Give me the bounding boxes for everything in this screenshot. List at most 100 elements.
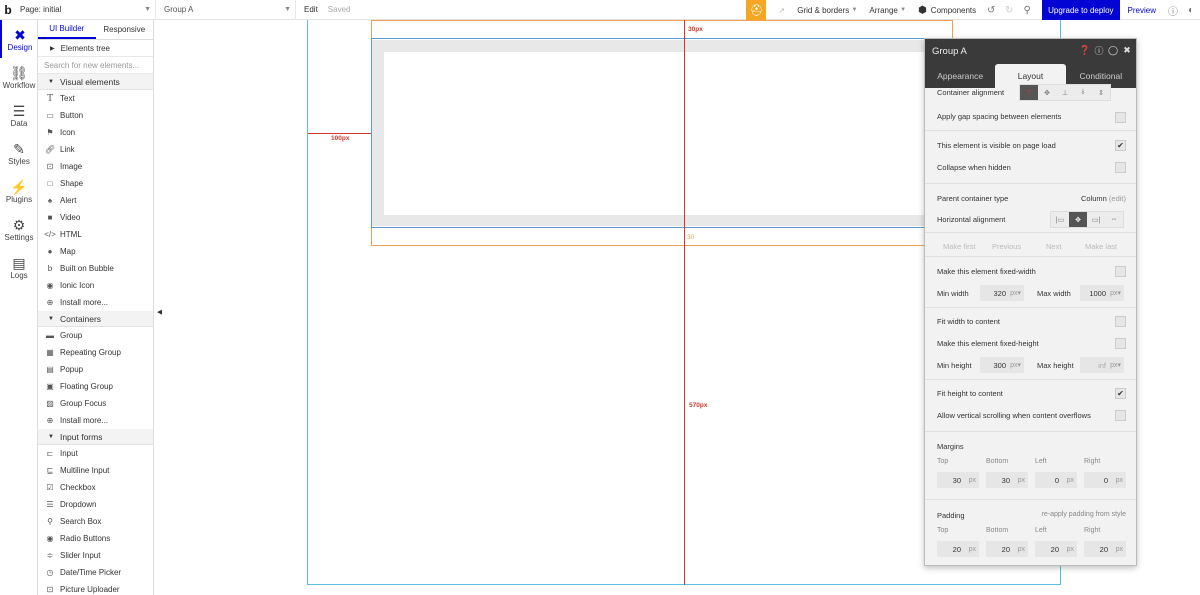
unit-dropdown[interactable]: px▾: [1110, 289, 1121, 297]
palette-item-install-more[interactable]: ⊕ Install more...: [38, 412, 153, 429]
palette-item-ionic-icon[interactable]: ◉ Ionic Icon: [38, 277, 153, 294]
search-icon[interactable]: ⚲: [1018, 0, 1036, 20]
bubble-logo[interactable]: b: [0, 0, 16, 20]
parent-type-edit-link[interactable]: (edit): [1109, 194, 1126, 203]
previous-button[interactable]: Previous: [992, 242, 1021, 251]
palette-item-alert[interactable]: ♠ Alert: [38, 192, 153, 209]
unit-dropdown[interactable]: px▾: [1010, 361, 1021, 369]
palette-item-floating-group[interactable]: ▣ Floating Group: [38, 378, 153, 395]
palette-item-html[interactable]: </> HTML: [38, 226, 153, 243]
group-a-content[interactable]: [384, 52, 953, 215]
collapse-hidden-checkbox[interactable]: [1115, 162, 1126, 173]
element-search-input[interactable]: Search for new elements...: [38, 57, 153, 74]
nav-design[interactable]: ✖ Design: [0, 20, 38, 58]
element-selector[interactable]: Group A ▼: [156, 0, 296, 20]
margin-right-input[interactable]: 0 px: [1084, 472, 1126, 488]
nav-settings[interactable]: ⚙ Settings: [0, 210, 38, 248]
align-bottom-icon[interactable]: ⊥: [1056, 85, 1074, 100]
palette-item-input[interactable]: ⊏ Input: [38, 445, 153, 462]
account-icon[interactable]: ◐: [1182, 0, 1200, 20]
unit-dropdown[interactable]: px▾: [1110, 361, 1121, 369]
pointer-icon[interactable]: ➚: [772, 0, 791, 20]
parent-type-value[interactable]: Column (edit): [1081, 194, 1126, 203]
help-icon[interactable]: ❓: [1079, 45, 1090, 55]
palette-item-radio-buttons[interactable]: ◉ Radio Buttons: [38, 530, 153, 547]
palette-item-group[interactable]: ▬ Group: [38, 327, 153, 344]
tab-appearance[interactable]: Appearance: [925, 64, 995, 88]
unit-dropdown[interactable]: px▾: [1010, 289, 1021, 297]
align-right-icon[interactable]: ▭|: [1087, 212, 1105, 227]
palette-item-datetime-picker[interactable]: ◷ Date/Time Picker: [38, 564, 153, 581]
palette-item-built-on-bubble[interactable]: b Built on Bubble: [38, 260, 153, 277]
fixed-width-checkbox[interactable]: [1115, 266, 1126, 277]
palette-item-popup[interactable]: ▤ Popup: [38, 361, 153, 378]
palette-item-icon[interactable]: ⚑ Icon: [38, 124, 153, 141]
tab-responsive[interactable]: Responsive: [96, 20, 154, 39]
edit-menu[interactable]: Edit: [304, 5, 318, 14]
margin-left-input[interactable]: 0 px: [1035, 472, 1077, 488]
palette-item-button[interactable]: ▭ Button: [38, 107, 153, 124]
palette-item-text[interactable]: T Text: [38, 90, 153, 107]
align-top-icon[interactable]: ⊤: [1020, 85, 1038, 100]
palette-item-checkbox[interactable]: ☑ Checkbox: [38, 479, 153, 496]
padding-top-input[interactable]: 20 px: [937, 541, 979, 557]
reapply-padding-link[interactable]: re-apply padding from style: [1042, 511, 1126, 518]
comment-icon[interactable]: ◯: [1108, 45, 1118, 55]
arrange-button[interactable]: Arrange ▼: [863, 0, 912, 20]
section-input-forms[interactable]: ▼ Input forms: [38, 429, 153, 445]
align-hstretch-icon[interactable]: ⇔: [1105, 212, 1123, 227]
tab-ui-builder[interactable]: UI Builder: [38, 20, 96, 39]
nav-styles[interactable]: ✎ Styles: [0, 134, 38, 172]
palette-item-repeating-group[interactable]: ▦ Repeating Group: [38, 344, 153, 361]
page-selector[interactable]: Page: initial ▼: [16, 0, 156, 20]
undo-icon[interactable]: ↺: [982, 0, 1000, 20]
fit-width-checkbox[interactable]: [1115, 316, 1126, 327]
align-center-icon[interactable]: ✥: [1038, 85, 1056, 100]
padding-left-input[interactable]: 20 px: [1035, 541, 1077, 557]
section-visual-elements[interactable]: ▼ Visual elements: [38, 74, 153, 90]
align-left-icon[interactable]: |▭: [1051, 212, 1069, 227]
fixed-height-checkbox[interactable]: [1115, 338, 1126, 349]
palette-item-image[interactable]: ⊡ Image: [38, 158, 153, 175]
nav-workflow[interactable]: ⛓ Workflow: [0, 58, 38, 96]
palette-item-multiline-input[interactable]: ⊑ Multiline Input: [38, 462, 153, 479]
palette-item-link[interactable]: 🔗︎ Link: [38, 141, 153, 158]
min-height-input[interactable]: 300 px▾: [980, 357, 1024, 373]
fit-height-checkbox[interactable]: ✔: [1115, 388, 1126, 399]
nav-data[interactable]: ☰ Data: [0, 96, 38, 134]
make-first-button[interactable]: Make first: [943, 242, 976, 251]
next-button[interactable]: Next: [1046, 242, 1061, 251]
palette-item-dropdown[interactable]: ☰ Dropdown: [38, 496, 153, 513]
palette-item-map[interactable]: ● Map: [38, 243, 153, 260]
align-stretch-icon[interactable]: ⫰: [1074, 85, 1092, 100]
close-icon[interactable]: ✖: [1122, 45, 1132, 55]
help-icon[interactable]: ⛑: [746, 0, 767, 20]
align-distribute-icon[interactable]: ⇕: [1092, 85, 1110, 100]
nav-plugins[interactable]: ⚡ Plugins: [0, 172, 38, 210]
palette-item-picture-uploader[interactable]: ⊡ Picture Uploader: [38, 581, 153, 595]
max-height-input[interactable]: inf px▾: [1080, 357, 1124, 373]
redo-icon[interactable]: ↻: [1000, 0, 1018, 20]
elements-tree-toggle[interactable]: ▶ Elements tree: [38, 40, 153, 57]
info-icon[interactable]: ⓘ: [1094, 45, 1104, 56]
question-icon[interactable]: ⓘ: [1164, 0, 1182, 20]
make-last-button[interactable]: Make last: [1085, 242, 1117, 251]
palette-item-shape[interactable]: □ Shape: [38, 175, 153, 192]
vertical-scroll-checkbox[interactable]: [1115, 410, 1126, 421]
upgrade-button[interactable]: Upgrade to deploy: [1042, 0, 1120, 20]
nav-logs[interactable]: ▤ Logs: [0, 248, 38, 286]
visible-on-load-checkbox[interactable]: ✔: [1115, 140, 1126, 151]
palette-item-install-more[interactable]: ⊕ Install more...: [38, 294, 153, 311]
components-button[interactable]: ⬢ Components: [912, 0, 982, 20]
section-containers[interactable]: ▼ Containers: [38, 311, 153, 327]
gap-spacing-checkbox[interactable]: [1115, 112, 1126, 123]
margin-top-input[interactable]: 30 px: [937, 472, 979, 488]
palette-item-group-focus[interactable]: ▨ Group Focus: [38, 395, 153, 412]
max-width-input[interactable]: 1000 px▾: [1080, 285, 1124, 301]
palette-item-slider-input[interactable]: ≑ Slider Input: [38, 547, 153, 564]
padding-right-input[interactable]: 20 px: [1084, 541, 1126, 557]
palette-item-search-box[interactable]: ⚲ Search Box: [38, 513, 153, 530]
palette-item-video[interactable]: ■ Video: [38, 209, 153, 226]
padding-bottom-input[interactable]: 20 px: [986, 541, 1028, 557]
align-hcenter-icon[interactable]: ✥: [1069, 212, 1087, 227]
